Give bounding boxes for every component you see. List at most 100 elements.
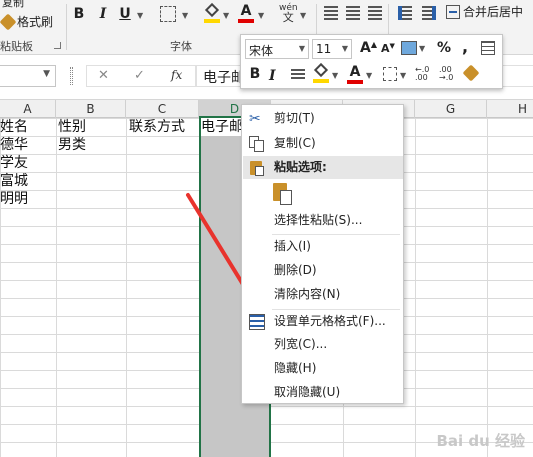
align-center-icon[interactable] <box>346 6 360 20</box>
enter-formula-icon[interactable]: ✓ <box>134 68 145 83</box>
cell-a3[interactable]: 学友 <box>0 154 28 172</box>
mini-format-painter-icon[interactable] <box>462 64 480 82</box>
mini-fill-color-dropdown-icon[interactable]: ▼ <box>332 71 338 80</box>
menu-item-unhide-label: 取消隐藏(U) <box>274 385 341 399</box>
group-separator <box>388 4 389 34</box>
underline-dropdown-icon[interactable]: ▼ <box>137 11 143 20</box>
name-box[interactable]: ▼ <box>0 65 56 87</box>
menu-item-insert[interactable]: 插入(I) <box>243 235 403 258</box>
mini-align-center-icon[interactable] <box>291 69 305 81</box>
format-table-icon[interactable] <box>481 41 495 55</box>
gridline <box>415 118 416 457</box>
cell-b2[interactable]: 男类 <box>58 136 86 154</box>
mini-font-size-value: 11 <box>316 42 332 56</box>
formula-bar-grip-icon[interactable] <box>70 67 73 85</box>
gridline <box>487 118 488 457</box>
font-color-icon[interactable]: A <box>238 3 254 23</box>
menu-item-column-width[interactable]: 列宽(C)... <box>243 333 403 356</box>
format-painter-button[interactable]: 格式刷 <box>0 13 54 30</box>
formula-content: 电子邮 <box>203 70 245 86</box>
mini-toolbar: 宋体 ▼ 11 ▼ A▲ A▼ ▼ % , B I ▼ A ▼ ▼ ←.0.00… <box>240 34 503 89</box>
increase-decimal-icon[interactable]: ←.0.00 <box>415 66 429 82</box>
menu-item-paste-special[interactable]: 选择性粘贴(S)... <box>243 209 403 232</box>
bold-button[interactable]: B <box>70 4 88 24</box>
menu-item-clear-contents[interactable]: 清除内容(N) <box>243 283 403 306</box>
decrease-decimal-icon[interactable]: .00 →.0 <box>439 66 453 82</box>
menu-item-format-cells[interactable]: 设置单元格格式(F)... <box>243 310 403 333</box>
watermark: Bai du 经验 <box>436 432 525 450</box>
menu-item-format-cells-label: 设置单元格格式(F)... <box>274 314 386 328</box>
copy-button[interactable]: 复制 <box>2 0 24 10</box>
mini-font-size-select[interactable]: 11 ▼ <box>312 39 352 59</box>
mini-font-name-select[interactable]: 宋体 ▼ <box>245 39 309 59</box>
italic-button[interactable]: I <box>94 4 112 24</box>
menu-header-paste-options: 粘贴选项: <box>243 156 403 179</box>
name-box-dropdown-icon[interactable]: ▼ <box>43 69 50 79</box>
paste-icon <box>249 160 265 176</box>
column-header-g[interactable]: G <box>415 100 487 118</box>
border-dropdown-icon[interactable]: ▼ <box>182 11 188 20</box>
group-separator <box>66 4 67 50</box>
merge-center-label: 合并后居中 <box>463 5 524 19</box>
align-right-icon[interactable] <box>368 6 382 20</box>
cell-a1[interactable]: 姓名 <box>0 118 28 136</box>
mini-bold-button[interactable]: B <box>247 65 263 83</box>
mini-font-color-dropdown-icon[interactable]: ▼ <box>366 71 372 80</box>
mini-italic-icon[interactable]: I <box>269 68 283 84</box>
menu-item-clear-contents-label: 清除内容(N) <box>274 287 341 301</box>
menu-item-insert-label: 插入(I) <box>274 239 311 253</box>
cell-style-dropdown-icon[interactable]: ▼ <box>419 44 425 53</box>
align-left-icon[interactable] <box>324 6 338 20</box>
mini-border-dropdown-icon[interactable]: ▼ <box>400 71 406 80</box>
percent-style-button[interactable]: % <box>437 40 451 56</box>
phonetic-button[interactable]: wén 文 <box>279 3 298 24</box>
merge-center-button[interactable]: 合并后居中 <box>446 3 523 20</box>
fill-color-icon[interactable] <box>204 2 220 23</box>
underline-button[interactable]: U <box>116 4 134 24</box>
cancel-formula-icon[interactable]: ✕ <box>98 68 109 83</box>
menu-item-hide-label: 隐藏(H) <box>274 361 317 375</box>
chevron-down-icon: ▼ <box>341 44 348 53</box>
menu-item-unhide[interactable]: 取消隐藏(U) <box>243 381 403 404</box>
paste-sheet-icon <box>280 190 292 205</box>
insert-function-icon[interactable]: fx <box>171 68 182 82</box>
cell-d1[interactable]: 电子邮 <box>201 118 241 136</box>
chevron-down-icon: ▼ <box>298 44 305 53</box>
format-painter-label: 格式刷 <box>17 15 54 29</box>
shrink-font-button[interactable]: A▼ <box>381 42 395 55</box>
menu-item-column-width-label: 列宽(C)... <box>274 337 328 351</box>
fill-color-dropdown-icon[interactable]: ▼ <box>223 11 229 20</box>
menu-item-delete[interactable]: 删除(D) <box>243 259 403 282</box>
column-header-c[interactable]: C <box>126 100 199 118</box>
column-header-h[interactable]: H <box>487 100 533 118</box>
cell-b1[interactable]: 性别 <box>58 118 86 136</box>
mini-font-color-icon[interactable]: A <box>347 64 363 84</box>
mini-border-icon[interactable] <box>383 67 397 81</box>
column-header-b[interactable]: B <box>56 100 126 118</box>
comma-style-button[interactable]: , <box>462 37 468 56</box>
grow-font-button[interactable]: A▲ <box>360 40 377 56</box>
font-color-dropdown-icon[interactable]: ▼ <box>258 11 264 20</box>
column-header-a[interactable]: A <box>0 100 56 118</box>
format-painter-icon <box>0 13 17 30</box>
decrease-indent-icon[interactable] <box>398 6 412 20</box>
clipboard-group-label: 粘贴板 <box>0 40 33 53</box>
mini-fill-color-icon[interactable] <box>313 62 329 83</box>
cell-c1[interactable]: 联系方式 <box>129 118 185 136</box>
cell-a5[interactable]: 明明 <box>0 190 28 208</box>
menu-item-hide[interactable]: 隐藏(H) <box>243 357 403 380</box>
cell-a4[interactable]: 富城 <box>0 172 28 190</box>
border-icon[interactable] <box>160 6 176 22</box>
paste-option-button[interactable] <box>272 182 294 208</box>
scissors-icon: ✂ <box>249 111 261 127</box>
format-cells-icon <box>249 314 265 330</box>
cell-a2[interactable]: 德华 <box>0 136 28 154</box>
increase-indent-icon[interactable] <box>422 6 436 20</box>
clipboard-dialog-launcher-icon[interactable] <box>54 42 61 49</box>
mini-font-name-value: 宋体 <box>249 44 274 58</box>
copy-icon <box>249 136 265 152</box>
phonetic-dropdown-icon[interactable]: ▼ <box>300 11 306 20</box>
menu-item-cut[interactable]: ✂ 剪切(T) <box>243 107 403 130</box>
cell-style-icon[interactable] <box>401 41 417 55</box>
menu-item-copy[interactable]: 复制(C) <box>243 132 403 155</box>
